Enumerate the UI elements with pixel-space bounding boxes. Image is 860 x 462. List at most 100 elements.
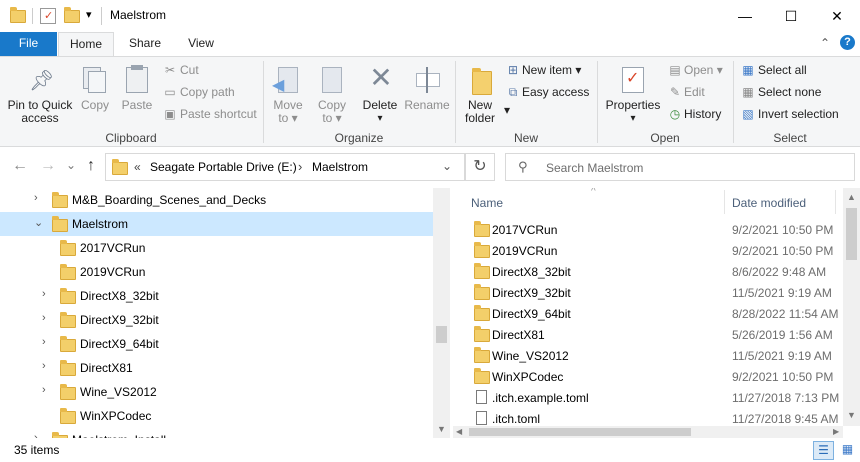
properties-dropdown-icon[interactable]: ▾ <box>602 112 664 125</box>
tree-scroll-down-icon[interactable]: ▼ <box>437 424 446 434</box>
table-row[interactable]: DirectX9_64bit 8/28/2022 11:54 AM <box>453 303 843 324</box>
edit-button[interactable]: ✎ Edit <box>666 83 730 101</box>
tree-item[interactable]: › Wine_VS2012 <box>0 380 433 404</box>
new-folder-button[interactable]: New folder <box>460 65 500 127</box>
chevron-right-icon[interactable]: › <box>42 360 46 372</box>
list-scroll-right-icon[interactable]: ▶ <box>833 427 839 436</box>
tree-item-label: WinXPCodec <box>80 409 152 423</box>
history-button[interactable]: ◷ History <box>666 105 730 123</box>
refresh-button[interactable]: ↻ <box>465 153 495 181</box>
tree-scrollbar[interactable]: ▼ <box>433 188 450 438</box>
copy-path-button[interactable]: ▭ Copy path <box>160 83 260 101</box>
table-row[interactable]: Wine_VS2012 11/5/2021 9:19 AM <box>453 345 843 366</box>
select-all-button[interactable]: ▦ Select all <box>738 61 846 79</box>
properties-qat-icon[interactable]: ✓ <box>40 8 56 24</box>
tree-item[interactable]: WinXPCodec <box>0 404 433 428</box>
easy-access-button[interactable]: ⧉ Easy access ▾ <box>504 83 594 117</box>
search-box[interactable]: ⚲ Search Maelstrom <box>505 153 855 181</box>
column-header-name[interactable]: Name <box>471 196 503 210</box>
column-divider[interactable] <box>835 190 836 214</box>
select-none-button[interactable]: ▦ Select none <box>738 83 846 101</box>
properties-button[interactable]: ✓ Properties ▾ <box>602 65 664 127</box>
table-row[interactable]: .itch.example.toml 11/27/2018 7:13 PM <box>453 387 843 408</box>
chevron-right-icon[interactable]: › <box>34 192 38 204</box>
copy-to-button[interactable]: Copy to ▾ <box>312 65 352 127</box>
close-button[interactable]: ✕ <box>814 0 860 32</box>
search-placeholder[interactable]: Search Maelstrom <box>546 161 643 175</box>
qat-dropdown-icon[interactable]: ▾ <box>86 8 92 21</box>
new-folder-qat-icon[interactable] <box>64 7 80 23</box>
table-row[interactable]: DirectX8_32bit 8/6/2022 9:48 AM <box>453 261 843 282</box>
tree-item[interactable]: › DirectX8_32bit <box>0 284 433 308</box>
folder-icon <box>474 326 490 342</box>
chevron-right-icon[interactable]: › <box>42 384 46 396</box>
ribbon-tabs: File Home Share View ⌃ ? <box>0 32 860 57</box>
table-row[interactable]: DirectX9_32bit 11/5/2021 9:19 AM <box>453 282 843 303</box>
tree-item[interactable]: › DirectX9_32bit <box>0 308 433 332</box>
breadcrumb-drive[interactable]: Seagate Portable Drive (E:) <box>150 160 297 174</box>
table-row[interactable]: 2017VCRun 9/2/2021 10:50 PM <box>453 219 843 240</box>
column-divider[interactable] <box>724 190 725 214</box>
folder-icon <box>60 312 76 328</box>
paste-button[interactable]: Paste <box>118 65 156 127</box>
move-to-button[interactable]: ◀ Move to ▾ <box>268 65 308 127</box>
tab-view[interactable]: View <box>175 32 227 56</box>
file-name: WinXPCodec <box>492 370 564 384</box>
address-overflow-icon[interactable]: « <box>134 160 141 174</box>
list-vertical-scrollbar[interactable]: ▲ ▼ <box>843 188 860 426</box>
forward-button[interactable]: → <box>40 157 56 175</box>
minimize-ribbon-icon[interactable]: ⌃ <box>820 36 830 50</box>
tree-item[interactable]: 2017VCRun <box>0 236 433 260</box>
file-name: Wine_VS2012 <box>492 349 569 363</box>
table-row[interactable]: 2019VCRun 9/2/2021 10:50 PM <box>453 240 843 261</box>
tree-scrollbar-thumb[interactable] <box>436 326 447 343</box>
tree-item[interactable]: ⌄ Maelstrom <box>0 212 433 236</box>
tree-item[interactable]: › DirectX9_64bit <box>0 332 433 356</box>
tab-file[interactable]: File <box>0 32 57 56</box>
rename-button[interactable]: Rename <box>402 65 452 127</box>
back-button[interactable]: ← <box>12 157 28 175</box>
table-row[interactable]: WinXPCodec 9/2/2021 10:50 PM <box>453 366 843 387</box>
maximize-button[interactable]: ☐ <box>768 0 814 32</box>
chevron-down-icon[interactable]: ⌄ <box>34 216 43 229</box>
invert-selection-button[interactable]: ▧ Invert selection <box>738 105 846 123</box>
chevron-right-icon[interactable]: › <box>42 288 46 300</box>
list-scroll-left-icon[interactable]: ◀ <box>456 427 462 436</box>
column-header-date[interactable]: Date modified <box>732 196 806 210</box>
tree-item[interactable]: ›Maelstrom_Install <box>0 428 433 438</box>
delete-button[interactable]: ✕ Delete ▾ <box>360 63 400 127</box>
list-scroll-down-icon[interactable]: ▼ <box>847 410 856 420</box>
tab-home[interactable]: Home <box>58 32 114 57</box>
list-horizontal-scrollbar[interactable]: ◀ ▶ <box>453 426 843 438</box>
delete-dropdown-icon[interactable]: ▾ <box>360 112 400 125</box>
open-button[interactable]: ▤ Open ▾ <box>666 61 730 79</box>
breadcrumb-separator[interactable]: › <box>298 159 302 174</box>
help-icon[interactable]: ? <box>840 35 855 50</box>
large-icons-view-button[interactable]: ▦ <box>837 441 858 460</box>
list-scrollbar-thumb[interactable] <box>846 208 857 260</box>
tree-item[interactable]: › DirectX81 <box>0 356 433 380</box>
list-scroll-up-icon[interactable]: ▲ <box>847 192 856 202</box>
address-dropdown-icon[interactable]: ⌄ <box>442 159 452 173</box>
tree-item[interactable]: 2019VCRun <box>0 260 433 284</box>
minimize-button[interactable]: — <box>722 0 768 32</box>
tab-share[interactable]: Share <box>118 32 172 56</box>
breadcrumb-folder[interactable]: Maelstrom <box>312 160 368 174</box>
new-item-button[interactable]: ⊞ New item ▾ <box>504 61 594 79</box>
address-bar[interactable]: « Seagate Portable Drive (E:) › Maelstro… <box>105 153 465 181</box>
table-row[interactable]: .itch.toml 11/27/2018 9:45 AM <box>453 408 843 426</box>
up-button[interactable]: ↑ <box>87 157 95 175</box>
folder-icon <box>474 284 490 300</box>
chevron-right-icon[interactable]: › <box>42 336 46 348</box>
cut-label: Cut <box>180 63 199 77</box>
details-view-button[interactable]: ☰ <box>813 441 834 460</box>
recent-locations-button[interactable]: ⌄ <box>66 158 76 172</box>
chevron-right-icon[interactable]: › <box>42 312 46 324</box>
paste-shortcut-button[interactable]: ▣ Paste shortcut <box>160 105 260 123</box>
tree-item[interactable]: › M&B_Boarding_Scenes_and_Decks <box>0 188 433 212</box>
table-row[interactable]: DirectX81 5/26/2019 1:56 AM <box>453 324 843 345</box>
list-hscrollbar-thumb[interactable] <box>469 428 691 436</box>
copy-button[interactable]: Copy <box>78 65 112 127</box>
pin-to-quick-access-button[interactable]: 📌︎ Pin to Quick access <box>2 65 78 127</box>
cut-button[interactable]: ✂ Cut <box>160 61 260 79</box>
